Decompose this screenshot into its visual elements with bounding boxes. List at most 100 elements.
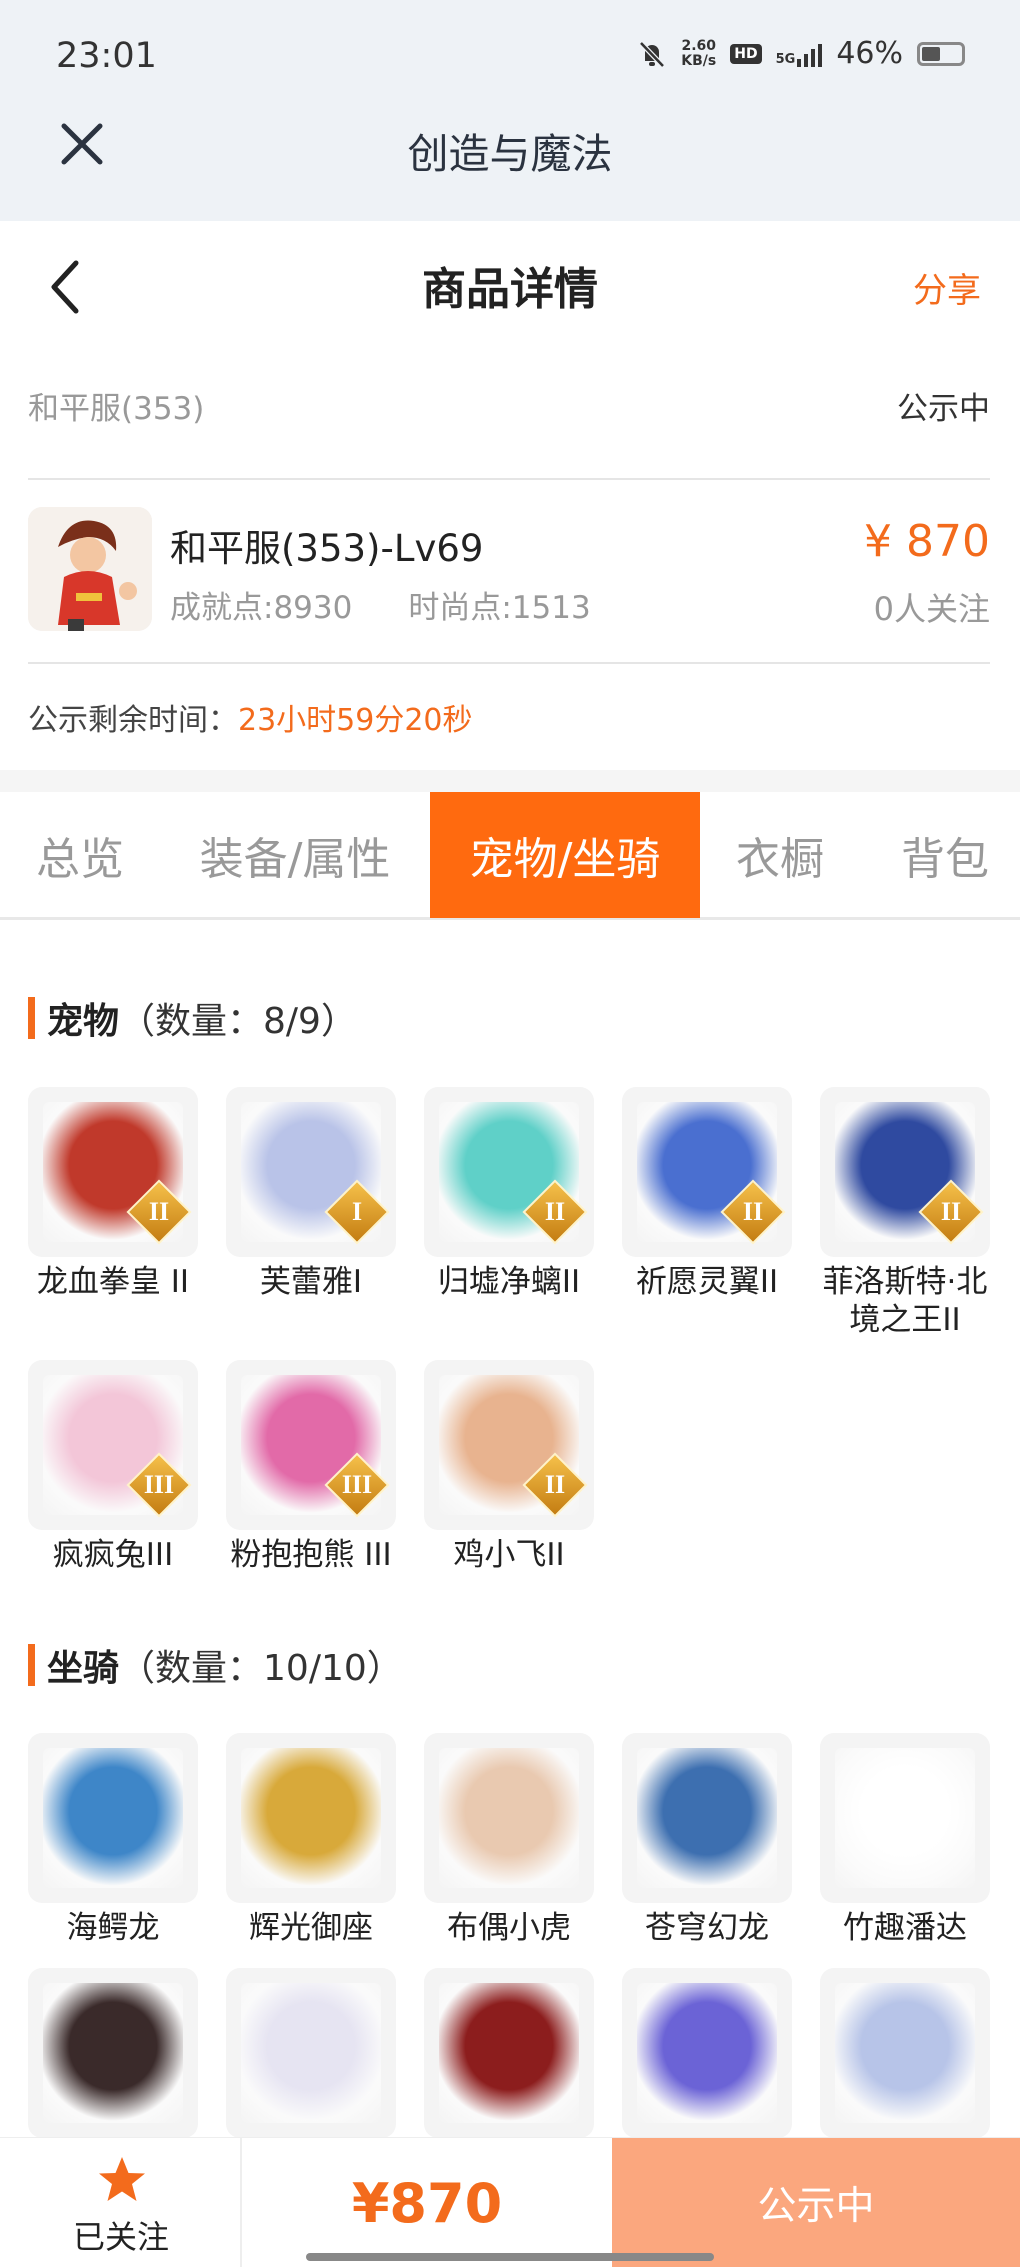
mount-item[interactable]: 竹趣潘达 xyxy=(820,1733,990,1947)
mount-image xyxy=(835,1983,975,2123)
net-speed-value: 2.60 xyxy=(681,37,717,54)
mount-item[interactable] xyxy=(622,1968,792,2144)
divider xyxy=(28,478,990,480)
pet-thumbnail: II xyxy=(424,1087,594,1257)
battery-percent: 46% xyxy=(836,36,903,71)
mount-name: 竹趣潘达 xyxy=(843,1910,967,1946)
countdown-label: 公示剩余时间： xyxy=(28,703,238,738)
mount-item[interactable]: 苍穹幻龙 xyxy=(622,1733,792,1947)
pet-name: 疯疯兔III xyxy=(52,1537,174,1573)
pets-section-title: 宠物 （数量：8/9） xyxy=(28,996,357,1042)
follower-count: 0人关注 xyxy=(873,590,990,628)
net-speed-unit: KB/s xyxy=(681,52,717,69)
tier-badge-label: III xyxy=(143,1470,175,1499)
tab-pets-mounts[interactable]: 宠物/坐骑 xyxy=(430,792,700,918)
tab-wardrobe[interactable]: 衣橱 xyxy=(700,792,860,918)
network-speed: 2.60 KB/s xyxy=(681,37,717,69)
star-icon xyxy=(99,2157,145,2201)
character-avatar xyxy=(28,507,152,631)
tier-badge-label: II xyxy=(742,1197,764,1226)
tier-badge-label: II xyxy=(940,1197,962,1226)
mount-thumbnail xyxy=(226,1733,396,1903)
mount-image xyxy=(835,1748,975,1888)
tier-badge-label: II xyxy=(544,1470,566,1499)
status-icons: 2.60 KB/s HD 5G 46% xyxy=(637,36,965,71)
mount-name: 布偶小虎 xyxy=(447,1910,571,1946)
pet-item[interactable]: II 菲洛斯特·北境之王II xyxy=(820,1087,990,1339)
mount-thumbnail xyxy=(424,1968,594,2138)
mount-thumbnail xyxy=(622,1968,792,2138)
pet-thumbnail: II xyxy=(424,1360,594,1530)
mount-name: 海鳄龙 xyxy=(66,1910,160,1946)
pets-count: （数量：8/9） xyxy=(119,1001,357,1042)
share-button[interactable]: 分享 xyxy=(913,263,981,312)
mount-item[interactable] xyxy=(820,1968,990,2144)
mount-item[interactable] xyxy=(226,1968,396,2144)
pet-name: 龙血拳皇 II xyxy=(36,1264,190,1300)
pet-item[interactable]: II 鸡小飞II xyxy=(424,1360,594,1574)
product-price: ¥ 870 xyxy=(864,516,990,567)
tier-badge-label: II xyxy=(544,1197,566,1226)
tier-badge-label: I xyxy=(351,1197,363,1226)
mount-item[interactable]: 海鳄龙 xyxy=(28,1733,198,1947)
bottom-action-bar: 已关注 ¥870 公示中 xyxy=(0,2137,1020,2267)
pet-name: 芙蕾雅I xyxy=(259,1264,363,1300)
pet-name: 归墟净螭II xyxy=(437,1264,581,1300)
tab-equipment[interactable]: 装备/属性 xyxy=(170,792,420,918)
product-row[interactable]: 和平服(353)-Lv69 成就点:8930 时尚点:1513 ¥ 870 0人… xyxy=(28,502,990,638)
mount-image xyxy=(637,1983,777,2123)
mount-thumbnail xyxy=(622,1733,792,1903)
mount-image xyxy=(43,1748,183,1888)
mount-image xyxy=(241,1983,381,2123)
mount-image xyxy=(43,1983,183,2123)
mount-item[interactable]: 辉光御座 xyxy=(226,1733,396,1947)
pet-item[interactable]: III 粉抱抱熊 III xyxy=(226,1360,396,1574)
tier-badge-label: II xyxy=(148,1197,170,1226)
cellular-signal: 5G xyxy=(776,41,823,67)
pet-thumbnail: III xyxy=(226,1360,396,1530)
pet-name: 鸡小飞II xyxy=(453,1537,565,1573)
status-clock: 23:01 xyxy=(56,36,157,76)
mount-image xyxy=(439,1983,579,2123)
mount-image xyxy=(439,1748,579,1888)
status-action-button[interactable]: 公示中 xyxy=(612,2138,1020,2267)
mount-name: 辉光御座 xyxy=(249,1910,373,1946)
mount-item[interactable]: 布偶小虎 xyxy=(424,1733,594,1947)
countdown: 公示剩余时间：23小时59分20秒 xyxy=(28,695,473,739)
mounts-title: 坐骑 xyxy=(47,1648,120,1689)
pets-title: 宠物 xyxy=(47,1001,120,1042)
hd-badge: HD xyxy=(730,43,762,64)
tab-overview[interactable]: 总览 xyxy=(0,792,160,918)
page-title: 商品详情 xyxy=(422,264,598,315)
signal-bars-icon xyxy=(797,41,823,67)
mounts-count: （数量：10/10） xyxy=(119,1648,403,1689)
server-name: 和平服(353) xyxy=(28,390,205,427)
home-indicator[interactable] xyxy=(306,2253,714,2261)
mount-thumbnail xyxy=(28,1733,198,1903)
tier-badge-label: III xyxy=(341,1470,373,1499)
mount-item[interactable] xyxy=(28,1968,198,2144)
pet-item[interactable]: II 归墟净螭II xyxy=(424,1087,594,1301)
mount-thumbnail xyxy=(820,1733,990,1903)
mount-image xyxy=(637,1748,777,1888)
tab-backpack[interactable]: 背包 xyxy=(870,792,1020,918)
character-stats: 成就点:8930 时尚点:1513 xyxy=(170,582,591,627)
battery-icon xyxy=(917,41,965,66)
pet-item[interactable]: II 祈愿灵翼II xyxy=(622,1087,792,1301)
pet-name: 祈愿灵翼II xyxy=(635,1264,779,1300)
mount-thumbnail xyxy=(226,1968,396,2138)
pet-item[interactable]: I 芙蕾雅I xyxy=(226,1087,396,1301)
countdown-value: 23小时59分20秒 xyxy=(238,703,473,738)
mounts-section-title: 坐骑 （数量：10/10） xyxy=(28,1643,403,1689)
network-type: 5G xyxy=(775,51,796,67)
server-row: 和平服(353) 公示中 xyxy=(28,380,990,430)
mount-item[interactable] xyxy=(424,1968,594,2144)
achievement-points: 成就点:8930 xyxy=(170,590,353,626)
pet-item[interactable]: II 龙血拳皇 II xyxy=(28,1087,198,1301)
follow-button[interactable]: 已关注 xyxy=(0,2138,242,2267)
page-header: 商品详情 分享 xyxy=(0,221,1020,351)
fashion-points: 时尚点:1513 xyxy=(408,590,591,626)
mount-thumbnail xyxy=(424,1733,594,1903)
pet-item[interactable]: III 疯疯兔III xyxy=(28,1360,198,1574)
section-accent-bar xyxy=(28,997,35,1039)
